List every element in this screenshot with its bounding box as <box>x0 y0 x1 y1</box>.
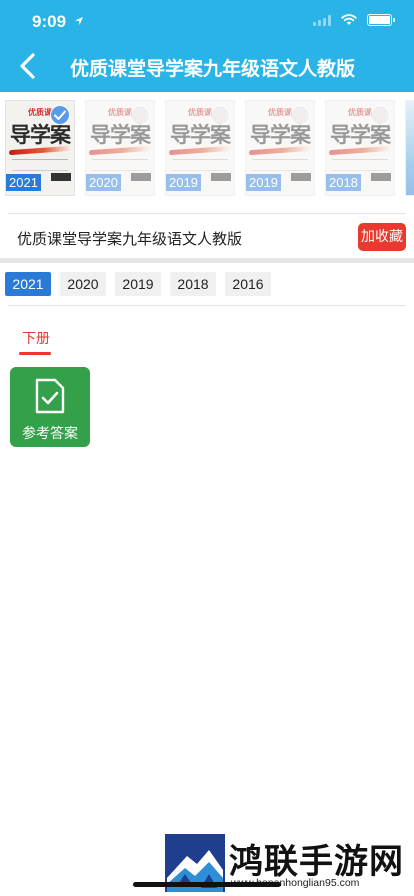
add-favorite-button[interactable]: 加收藏 <box>358 223 406 251</box>
cover-item-2021[interactable]: 优质课 导学案 2021 <box>5 100 75 196</box>
cover-badge <box>291 173 311 181</box>
cover-lines <box>92 159 148 171</box>
cover-series-label: 优质课 <box>268 108 292 117</box>
cover-year-badge: 2021 <box>6 174 41 191</box>
cover-item-2018[interactable]: 优质课 导学案 2018 <box>325 100 395 196</box>
cover-badge <box>131 173 151 181</box>
cover-series-label: 优质课 <box>348 108 372 117</box>
year-tab-2016[interactable]: 2016 <box>225 272 271 296</box>
unselected-circle-icon <box>130 105 150 125</box>
app-header: 9:09 优质课堂导学案九年级语文人教版 <box>0 0 414 92</box>
cover-item-2019a[interactable]: 优质课 导学案 2019 <box>165 100 235 196</box>
location-arrow-icon <box>75 17 83 25</box>
status-icons <box>313 14 395 26</box>
tab-volume-2[interactable]: 下册 <box>22 328 50 348</box>
cover-year-badge: 2020 <box>86 174 121 191</box>
cover-lines <box>332 159 388 171</box>
cover-item-partial[interactable] <box>405 100 414 196</box>
cover-lines <box>12 159 68 171</box>
cover-series-label: 优质课 <box>28 108 52 117</box>
year-tab-2021[interactable]: 2021 <box>5 272 51 296</box>
watermark-brand: 鸿联手游网 <box>229 842 404 882</box>
selected-check-icon <box>50 105 70 125</box>
cover-year-badge: 2018 <box>326 174 361 191</box>
cellular-signal-icon <box>313 14 331 26</box>
unselected-circle-icon <box>210 105 230 125</box>
cover-item-2019b[interactable]: 优质课 导学案 2019 <box>245 100 315 196</box>
edition-cover-list: 优质课 导学案 2021 优质课 导学案 2020 优质课 导学案 2019 优… <box>5 100 414 196</box>
year-tab-2018[interactable]: 2018 <box>170 272 216 296</box>
cover-item-2020[interactable]: 优质课 导学案 2020 <box>85 100 155 196</box>
book-title: 优质课堂导学案九年级语文人教版 <box>17 230 243 248</box>
cover-series-label: 优质课 <box>188 108 212 117</box>
unselected-circle-icon <box>370 105 390 125</box>
cover-lines <box>252 159 308 171</box>
cover-lines <box>172 159 228 171</box>
battery-icon <box>367 14 395 26</box>
divider <box>8 213 406 214</box>
cover-badge <box>371 173 391 181</box>
back-button[interactable] <box>16 52 40 80</box>
section-divider <box>0 258 414 263</box>
cover-badge <box>51 173 71 181</box>
answer-key-label: 参考答案 <box>22 426 78 442</box>
cover-year-badge: 2019 <box>246 174 281 191</box>
status-time: 9:09 <box>32 12 67 31</box>
document-check-icon <box>35 378 65 414</box>
cover-series-label: 优质课 <box>108 108 132 117</box>
home-indicator[interactable] <box>133 882 281 887</box>
year-tab-bar: 2021 2020 2019 2018 2016 <box>5 272 271 296</box>
cover-badge <box>211 173 231 181</box>
chevron-left-icon <box>20 53 35 79</box>
active-tab-indicator <box>19 352 51 355</box>
answer-key-button[interactable]: 参考答案 <box>10 367 90 447</box>
unselected-circle-icon <box>290 105 310 125</box>
wifi-icon <box>341 14 357 25</box>
year-tab-2019[interactable]: 2019 <box>115 272 161 296</box>
cover-year-badge: 2019 <box>166 174 201 191</box>
divider <box>8 305 406 306</box>
year-tab-2020[interactable]: 2020 <box>60 272 106 296</box>
page-title: 优质课堂导学案九年级语文人教版 <box>70 58 356 80</box>
